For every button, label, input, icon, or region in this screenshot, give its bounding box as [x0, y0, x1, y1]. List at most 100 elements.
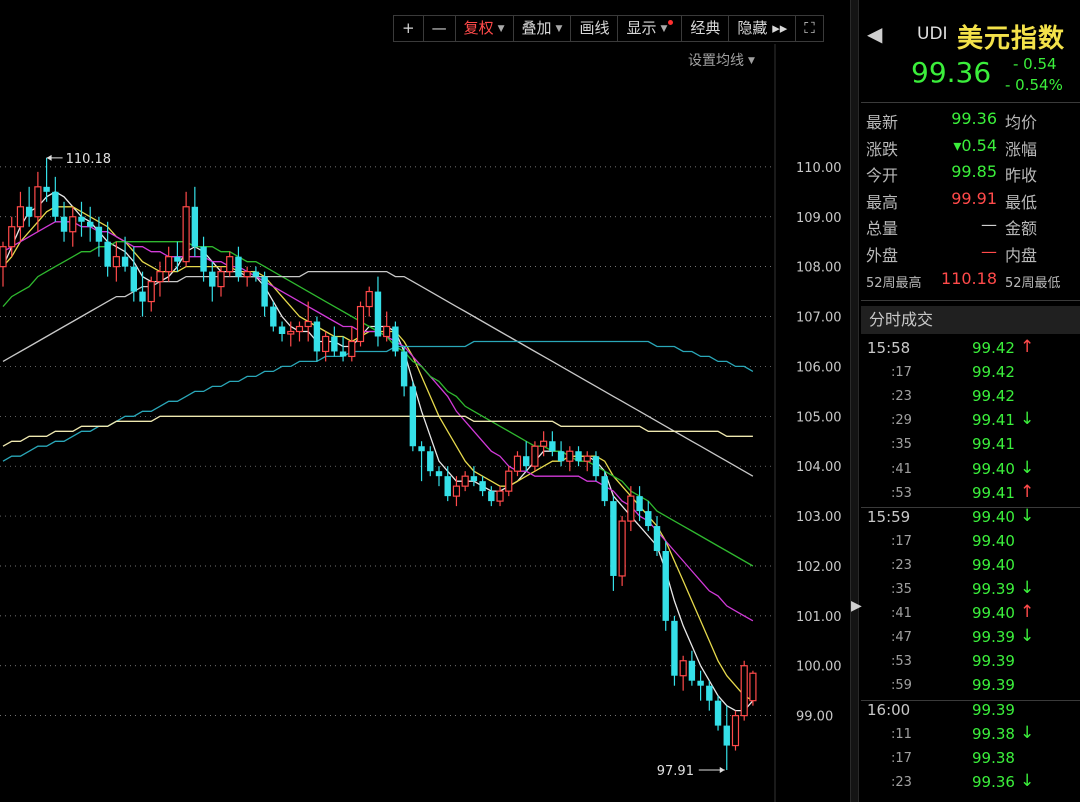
trade-time: :53 [891, 654, 912, 670]
toolbar-button-label: 画线 [579, 19, 610, 37]
candle-body [356, 305, 365, 343]
candle-body [444, 476, 451, 497]
candle-body [479, 481, 486, 492]
candle-body [731, 715, 740, 747]
candle-body [392, 326, 399, 352]
trade-price: 99.40 [972, 459, 1015, 478]
symbol-name: 美元指数 [957, 24, 1066, 54]
quote-label: 最低 [1005, 192, 1038, 212]
candle-body [278, 326, 286, 334]
quote-label: 内盘 [1005, 246, 1038, 265]
back-arrow-icon[interactable]: ◀ [867, 22, 882, 46]
trade-row: :17 99.40 [861, 532, 1080, 556]
toolbar-button-label: 经典 [690, 19, 721, 37]
candle-body [121, 256, 129, 267]
panel-splitter[interactable]: ▶ [850, 0, 862, 802]
candle-body [331, 336, 338, 352]
candle-body [418, 446, 425, 452]
trade-price: 99.38 [972, 724, 1015, 743]
quote-label: 52周最高 [866, 275, 922, 291]
candle-body [339, 351, 347, 357]
toolbar-button-6[interactable]: 经典 [681, 15, 730, 42]
candle-body [531, 445, 539, 467]
candle-body [452, 485, 461, 497]
price-change-percent: - 0.54% [1005, 76, 1063, 94]
candle-body [156, 271, 164, 283]
arrow-down-icon: ↓ [1020, 505, 1035, 526]
quote-row: 最高 99.91 最低 [861, 189, 1080, 215]
trade-list-title[interactable]: 分时成交 [861, 306, 1080, 334]
candle-body [583, 455, 591, 462]
toolbar-button-8[interactable]: ⛶ [795, 15, 824, 42]
candle-body [383, 325, 391, 338]
toolbar-button-label: + [402, 19, 415, 37]
toolbar-button-2[interactable]: 复权 ▼ [454, 15, 514, 42]
trade-price: 99.42 [972, 339, 1015, 357]
toolbar-button-4[interactable]: 画线 [570, 15, 619, 42]
toolbar-button-0[interactable]: + [393, 15, 424, 42]
trade-row: :17 99.38 [861, 749, 1080, 773]
quote-row: 总量 — 金额 [861, 215, 1080, 241]
candle-body [470, 476, 478, 482]
quote-label: 涨幅 [1005, 139, 1038, 159]
symbol-code: UDI [917, 24, 948, 44]
quote-row: 最新 99.36 均价 [861, 109, 1080, 135]
candle-body [679, 660, 687, 677]
candle-body [147, 281, 155, 303]
candle-body [523, 456, 530, 467]
trade-row: :59 99.39 [861, 676, 1080, 700]
toolbar-button-7[interactable]: 隐藏 ▸▸ [728, 15, 797, 42]
trade-time: :53 [891, 485, 912, 501]
trade-price: 99.42 [972, 363, 1015, 382]
trade-row: :29 99.41 ↓ [861, 409, 1080, 435]
toolbar-button-label: 叠加 [521, 19, 552, 37]
arrow-up-icon: ↑ [1020, 602, 1035, 623]
trade-time: 16:00 [867, 700, 911, 719]
y-tick-label: 105.00 [796, 410, 842, 425]
trade-time: :17 [891, 533, 912, 549]
y-tick-label: 109.00 [796, 211, 842, 226]
trade-price: 99.39 [972, 700, 1015, 719]
trade-time: 15:58 [867, 339, 911, 357]
quote-row: 今开 99.85 昨收 [861, 162, 1080, 188]
toolbar-button-3[interactable]: 叠加 ▼ [512, 15, 572, 42]
y-tick-label: 108.00 [796, 261, 842, 276]
candle-body [374, 291, 382, 337]
candle-body [348, 340, 356, 358]
trade-time: 15:59 [867, 507, 911, 526]
candle-body [409, 386, 417, 447]
candle-body [461, 475, 469, 487]
candle-body [139, 291, 146, 302]
arrow-up-icon: ↑ [1020, 481, 1035, 502]
toolbar-button-1[interactable]: — [422, 15, 456, 42]
candle-body [25, 206, 33, 217]
trade-time: :47 [891, 630, 912, 646]
candle-body [697, 680, 704, 686]
toolbar-button-5[interactable]: 显示 ▼ [617, 15, 683, 42]
trade-row: :53 99.41 ↑ [861, 481, 1080, 508]
quote-row: 52周最高 110.18 52周最低 [861, 269, 1080, 295]
quote-value: 99.36 [951, 109, 997, 128]
trade-price: 99.36 [972, 772, 1015, 791]
toolbar-button-label: 复权 [463, 19, 494, 37]
last-price: 99.36 [911, 56, 992, 89]
trade-price: 99.41 [972, 483, 1015, 502]
y-tick-label: 99.00 [796, 710, 833, 725]
candle-body [610, 501, 617, 576]
trade-price: 99.42 [972, 387, 1015, 406]
divider [861, 300, 1080, 301]
trade-row: 15:58 99.42 ↑ [861, 337, 1080, 363]
candle-body [52, 191, 59, 217]
candle-body [243, 271, 251, 278]
candle-body [34, 186, 42, 218]
toolbar-button-label: — [431, 19, 447, 37]
quote-value: 99.91 [951, 188, 997, 208]
quote-label: 均价 [1005, 113, 1038, 132]
trade-row: :23 99.36 ↓ [861, 771, 1080, 797]
trade-price: 99.40 [972, 507, 1015, 526]
toolbar-button-label: ⛶ [804, 19, 815, 37]
arrow-down-icon: ↓ [1020, 578, 1035, 598]
y-tick-label: 102.00 [796, 560, 842, 575]
candle-body [217, 271, 225, 288]
arrow-down-icon: ↓ [1020, 457, 1035, 478]
